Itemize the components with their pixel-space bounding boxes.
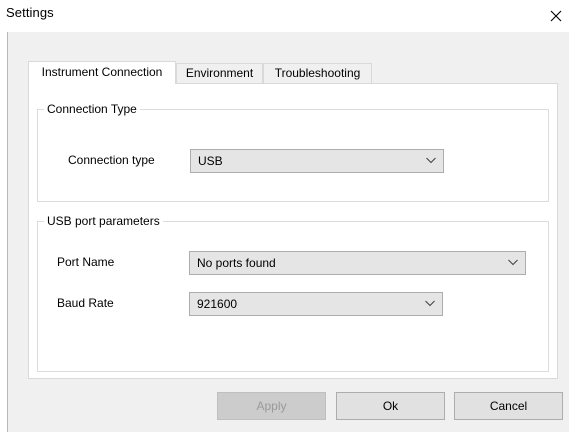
connection-type-group: Connection Type Connection type USB [37,101,549,202]
chevron-down-icon [426,157,436,164]
cancel-button[interactable]: Cancel [454,392,563,420]
tab-panel-instrument-connection: Connection Type Connection type USB USB … [28,83,558,379]
tab-troubleshooting[interactable]: Troubleshooting [263,63,372,83]
usb-port-parameters-group: USB port parameters Port Name No ports f… [37,213,549,372]
baud-rate-dropdown[interactable]: 921600 [189,292,443,316]
port-name-label: Port Name [57,255,115,269]
close-button[interactable] [543,0,569,32]
apply-button[interactable]: Apply [217,392,326,420]
baud-rate-value: 921600 [197,297,238,311]
connection-type-label: Connection type [68,153,155,167]
chevron-down-icon [508,259,518,266]
ok-button[interactable]: Ok [336,392,445,420]
close-icon [550,10,562,22]
tab-instrument-connection[interactable]: Instrument Connection [28,61,176,84]
port-name-dropdown[interactable]: No ports found [189,251,526,275]
port-name-value: No ports found [197,256,276,270]
chevron-down-icon [425,300,435,307]
connection-type-value: USB [198,154,223,168]
connection-type-group-title: Connection Type [44,101,140,117]
title-bar: Settings [0,0,569,32]
usb-port-parameters-group-title: USB port parameters [44,213,163,229]
tab-environment[interactable]: Environment [176,63,263,83]
baud-rate-label: Baud Rate [57,296,114,310]
connection-type-dropdown[interactable]: USB [190,149,444,173]
window-title: Settings [6,5,54,20]
